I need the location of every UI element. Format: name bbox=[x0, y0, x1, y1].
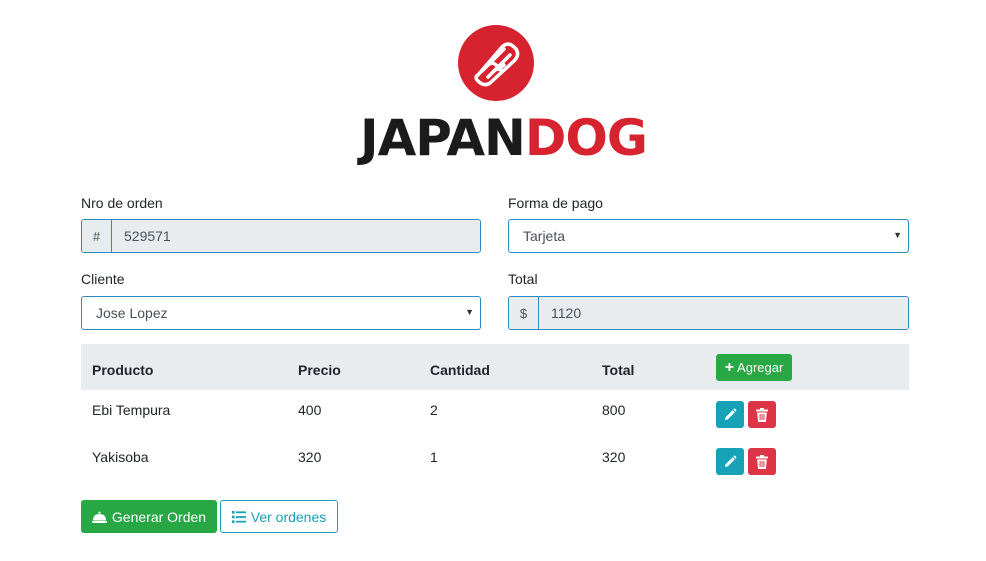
generate-order-label: Generar Orden bbox=[111, 508, 207, 525]
row-total: 320 bbox=[602, 449, 626, 465]
order-number-prefix: # bbox=[82, 220, 112, 252]
brand-wordmark: JAPANDOG bbox=[360, 109, 648, 167]
payment-method-label: Forma de pago bbox=[508, 195, 603, 211]
brand-logo: JAPANDOG bbox=[0, 22, 986, 167]
trash-icon bbox=[756, 407, 768, 422]
delete-row-button[interactable] bbox=[748, 401, 776, 428]
client-value: Jose Lopez bbox=[96, 305, 168, 321]
total-label: Total bbox=[508, 271, 538, 287]
list-icon bbox=[231, 510, 246, 523]
add-product-button[interactable]: + Agregar bbox=[716, 354, 792, 381]
pencil-icon bbox=[725, 408, 737, 420]
order-items-table: Producto Precio Cantidad Total + Agregar… bbox=[81, 344, 909, 484]
bell-icon bbox=[91, 511, 107, 523]
total-value: 1120 bbox=[539, 297, 908, 329]
header-price: Precio bbox=[298, 362, 341, 378]
edit-row-button[interactable] bbox=[716, 401, 744, 428]
order-number-label: Nro de orden bbox=[81, 195, 163, 211]
brand-wordmark-japan: JAPAN bbox=[360, 109, 526, 167]
delete-row-button[interactable] bbox=[748, 448, 776, 475]
total-field[interactable]: $ 1120 bbox=[508, 296, 909, 330]
payment-method-value: Tarjeta bbox=[523, 228, 566, 244]
payment-method-select[interactable]: Tarjeta ▼ bbox=[508, 219, 909, 253]
plus-icon: + bbox=[724, 358, 735, 376]
header-quantity: Cantidad bbox=[430, 362, 490, 378]
table-row: Yakisoba 320 1 320 bbox=[81, 437, 909, 484]
hotdog-icon bbox=[458, 25, 534, 101]
edit-row-button[interactable] bbox=[716, 448, 744, 475]
row-price: 400 bbox=[298, 402, 322, 418]
trash-icon bbox=[756, 454, 768, 469]
row-product: Yakisoba bbox=[92, 449, 149, 465]
client-select[interactable]: Jose Lopez ▼ bbox=[81, 296, 481, 330]
header-product: Producto bbox=[92, 362, 154, 378]
caret-down-icon: ▼ bbox=[893, 230, 902, 240]
total-prefix: $ bbox=[509, 297, 539, 329]
view-orders-label: Ver ordenes bbox=[250, 508, 327, 525]
add-product-label: Agregar bbox=[737, 360, 784, 375]
table-row: Ebi Tempura 400 2 800 bbox=[81, 390, 909, 437]
table-header: Producto Precio Cantidad Total + Agregar bbox=[81, 344, 909, 390]
view-orders-button[interactable]: Ver ordenes bbox=[220, 500, 338, 533]
order-number-value: 529571 bbox=[112, 220, 480, 252]
generate-order-button[interactable]: Generar Orden bbox=[81, 500, 217, 533]
row-price: 320 bbox=[298, 449, 322, 465]
row-quantity: 2 bbox=[430, 402, 438, 418]
order-number-field[interactable]: # 529571 bbox=[81, 219, 481, 253]
header-total: Total bbox=[602, 362, 635, 378]
pencil-icon bbox=[725, 455, 737, 467]
row-total: 800 bbox=[602, 402, 626, 418]
client-label: Cliente bbox=[81, 271, 125, 287]
brand-wordmark-dog: DOG bbox=[524, 109, 648, 167]
row-quantity: 1 bbox=[430, 449, 438, 465]
row-product: Ebi Tempura bbox=[92, 402, 171, 418]
caret-down-icon: ▼ bbox=[465, 307, 474, 317]
